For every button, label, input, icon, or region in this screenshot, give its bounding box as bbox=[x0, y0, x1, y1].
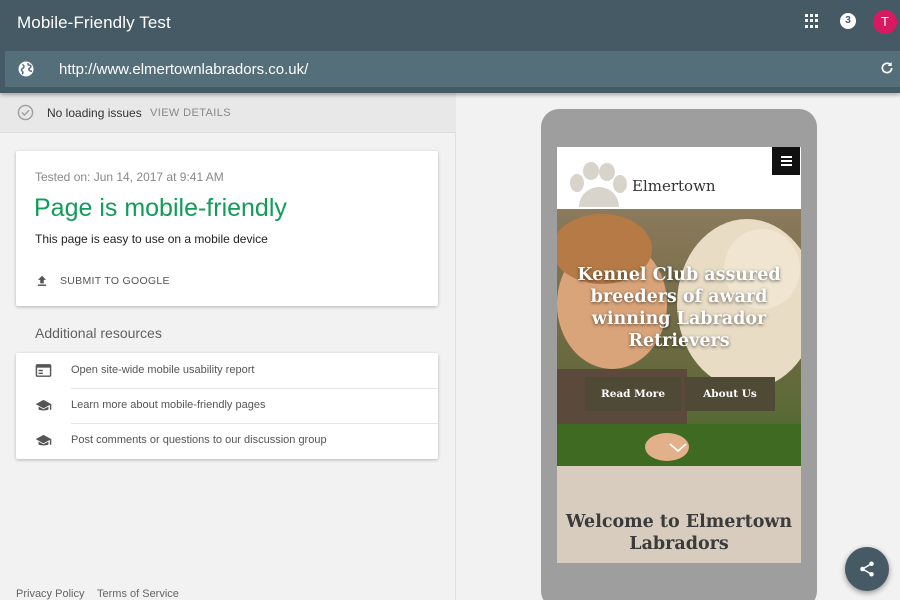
loading-status-row: No loading issues VIEW DETAILS bbox=[0, 93, 456, 133]
resource-item-label: Learn more about mobile-friendly pages bbox=[71, 399, 266, 411]
check-circle-icon bbox=[17, 104, 34, 121]
globe-icon bbox=[18, 61, 34, 77]
notifications-badge[interactable]: 3 bbox=[840, 13, 856, 29]
resource-item-discussion-group[interactable]: Post comments or questions to our discus… bbox=[16, 423, 438, 458]
preview-panel: Elmertown Kennel Club assured breeders o… bbox=[457, 93, 900, 600]
chevron-down-icon[interactable] bbox=[669, 443, 687, 453]
account-avatar[interactable]: T bbox=[873, 10, 897, 34]
url-bar bbox=[5, 51, 900, 87]
welcome-heading: Welcome to Elmertown Labradors bbox=[565, 512, 793, 554]
loading-status-text: No loading issues bbox=[47, 106, 142, 120]
apps-grid-icon[interactable] bbox=[805, 14, 819, 28]
hero-headline: Kennel Club assured breeders of award wi… bbox=[577, 265, 781, 351]
url-input[interactable] bbox=[59, 59, 839, 79]
submit-to-google-label: SUBMIT TO GOOGLE bbox=[60, 275, 170, 287]
resource-item-label: Post comments or questions to our discus… bbox=[71, 434, 327, 446]
results-panel: No loading issues VIEW DETAILS Tested on… bbox=[0, 93, 456, 600]
site-name: Elmertown bbox=[632, 177, 716, 195]
resource-item-label: Open site-wide mobile usability report bbox=[71, 364, 255, 376]
share-button[interactable] bbox=[845, 547, 889, 591]
view-details-link[interactable]: VIEW DETAILS bbox=[150, 107, 231, 119]
resource-item-usability-report[interactable]: Open site-wide mobile usability report bbox=[16, 353, 438, 388]
paw-logo-icon bbox=[570, 162, 627, 207]
phone-frame: Elmertown Kennel Club assured breeders o… bbox=[541, 109, 817, 600]
result-subtitle: This page is easy to use on a mobile dev… bbox=[35, 232, 268, 246]
about-us-button[interactable]: About Us bbox=[685, 377, 775, 411]
read-more-button[interactable]: Read More bbox=[585, 377, 681, 411]
hamburger-menu-icon[interactable] bbox=[772, 147, 800, 175]
submit-to-google-button[interactable]: SUBMIT TO GOOGLE bbox=[35, 273, 170, 289]
app-title: Mobile-Friendly Test bbox=[17, 13, 171, 32]
tested-on-timestamp: Tested on: Jun 14, 2017 at 9:41 AM bbox=[35, 170, 224, 184]
graduation-cap-icon bbox=[35, 399, 52, 411]
phone-screen[interactable]: Elmertown Kennel Club assured breeders o… bbox=[557, 147, 801, 563]
graduation-cap-icon bbox=[35, 434, 52, 446]
privacy-policy-link[interactable]: Privacy Policy bbox=[16, 588, 84, 600]
resource-item-learn-more[interactable]: Learn more about mobile-friendly pages bbox=[16, 388, 438, 423]
browser-window-icon bbox=[35, 364, 52, 377]
terms-of-service-link[interactable]: Terms of Service bbox=[97, 588, 179, 600]
site-header: Elmertown bbox=[557, 147, 801, 209]
share-icon bbox=[860, 561, 874, 577]
hero-banner: Kennel Club assured breeders of award wi… bbox=[557, 209, 801, 466]
resources-card: Open site-wide mobile usability report L… bbox=[16, 353, 438, 459]
welcome-section: Welcome to Elmertown Labradors bbox=[557, 466, 801, 563]
reload-icon[interactable] bbox=[879, 60, 895, 76]
top-header: Mobile-Friendly Test 3 T bbox=[0, 0, 900, 93]
result-title: Page is mobile-friendly bbox=[34, 194, 287, 222]
result-card: Tested on: Jun 14, 2017 at 9:41 AM Page … bbox=[16, 151, 438, 306]
additional-resources-heading: Additional resources bbox=[35, 325, 162, 341]
upload-icon bbox=[37, 275, 47, 286]
